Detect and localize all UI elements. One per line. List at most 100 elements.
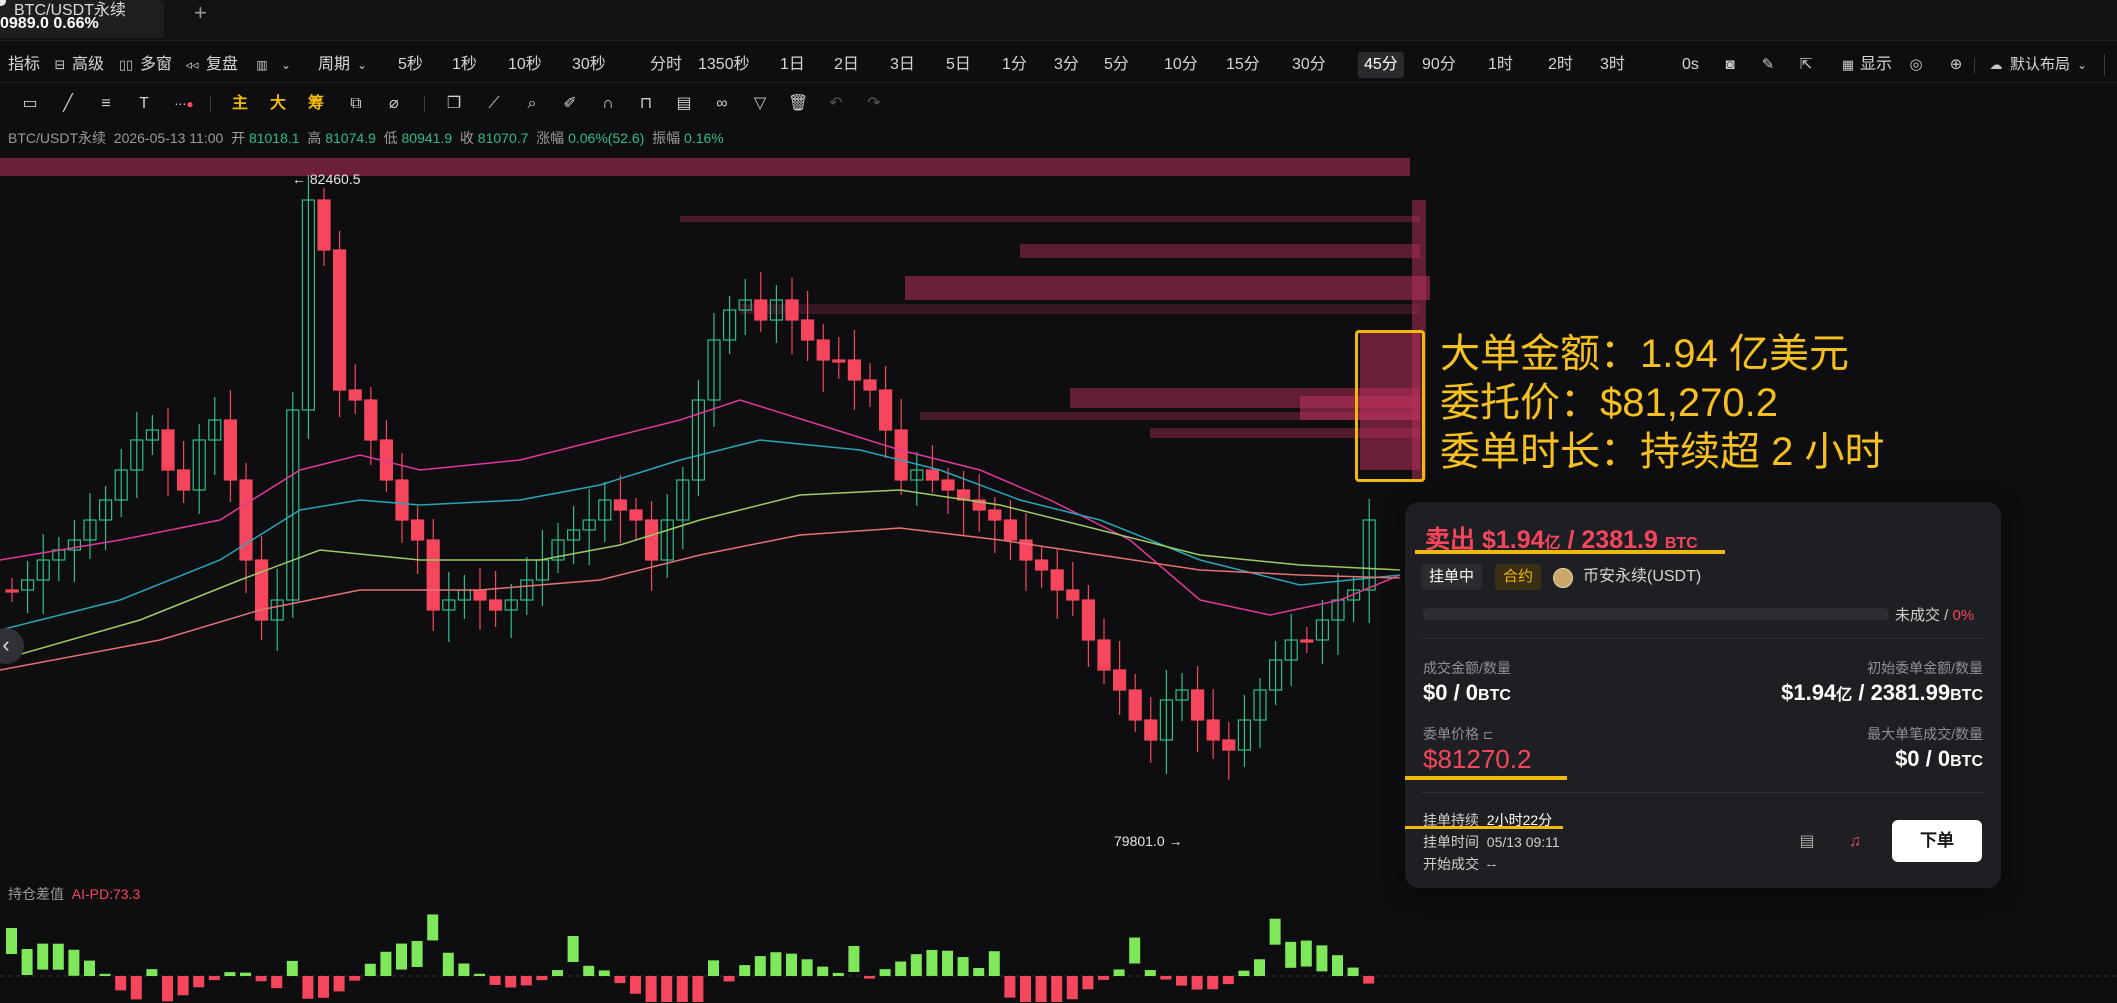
chip-toggle[interactable]: 筹 bbox=[306, 94, 326, 114]
indicator-bar bbox=[396, 943, 407, 970]
interval-1时[interactable]: 1时 bbox=[1488, 54, 1513, 76]
interval-15分[interactable]: 15分 bbox=[1226, 54, 1260, 76]
interval-3日[interactable]: 3日 bbox=[890, 54, 915, 76]
duration-underline bbox=[1405, 826, 1563, 829]
trash-icon[interactable]: 🗑 bbox=[788, 94, 808, 114]
highlighter-icon[interactable]: ✐ bbox=[560, 94, 580, 114]
orderbook-heat-bar bbox=[740, 304, 1420, 314]
indicator-bar bbox=[567, 935, 579, 962]
interval-30秒[interactable]: 30秒 bbox=[572, 54, 606, 76]
indicators-button[interactable]: 指标 bbox=[8, 54, 40, 76]
interval-1分[interactable]: 1分 bbox=[1002, 54, 1027, 76]
text-tool-icon[interactable]: T bbox=[134, 94, 154, 114]
interval-3分[interactable]: 3分 bbox=[1054, 54, 1079, 76]
main-chart-toggle[interactable]: 主 bbox=[230, 94, 250, 114]
interval-10秒[interactable]: 10秒 bbox=[508, 54, 542, 76]
interval-30分[interactable]: 30分 bbox=[1292, 54, 1326, 76]
open-value: 81018.1 bbox=[248, 130, 300, 146]
indicator-bar bbox=[708, 960, 719, 976]
more-tools-icon[interactable]: ⋯● bbox=[174, 94, 194, 114]
copy-icon[interactable]: ⧉ bbox=[346, 94, 366, 114]
interval-2日[interactable]: 2日 bbox=[834, 54, 859, 76]
interval-1秒[interactable]: 1秒 bbox=[452, 54, 477, 76]
interval-5日[interactable]: 5日 bbox=[946, 54, 971, 76]
template-icon[interactable]: ▤ bbox=[674, 94, 694, 114]
display-button[interactable]: 显示 bbox=[1860, 54, 1892, 76]
interval-10分[interactable]: 10分 bbox=[1164, 54, 1198, 76]
market-label: 币安永续(USDT) bbox=[1583, 568, 1702, 585]
toolbar-divider bbox=[1974, 58, 1975, 74]
indicator-bar bbox=[240, 972, 251, 976]
magnet-icon[interactable]: ∩ bbox=[598, 94, 618, 114]
bell-icon[interactable]: ♫ bbox=[1845, 832, 1865, 852]
indicator-bar bbox=[1191, 976, 1203, 990]
crosshair-icon[interactable]: ⊕ bbox=[1946, 55, 1966, 75]
interval-分时[interactable]: 分时 bbox=[650, 54, 682, 76]
indicator-bar bbox=[1035, 976, 1047, 1002]
interval-1350秒[interactable]: 1350秒 bbox=[698, 54, 750, 76]
chevron-down-icon[interactable]: ⌄ bbox=[2072, 55, 2092, 75]
amplitude-label: 振幅 bbox=[652, 130, 681, 146]
cloud-icon: ☁ bbox=[1989, 57, 2003, 72]
interval-2时[interactable]: 2时 bbox=[1548, 54, 1573, 76]
order-price: $81270.2 bbox=[1423, 744, 1532, 774]
rectangle-tool-icon[interactable]: ▭ bbox=[20, 94, 40, 114]
parallel-lines-icon[interactable]: ≡ bbox=[96, 94, 116, 114]
indicator-bar bbox=[1332, 955, 1343, 976]
place-order-button[interactable]: 下单 bbox=[1892, 820, 1982, 862]
indicator-bar bbox=[1363, 976, 1375, 984]
price-label-text: 委单价格 bbox=[1423, 726, 1479, 742]
indicator-bar bbox=[801, 959, 813, 976]
candle-body bbox=[1112, 669, 1127, 691]
open-label: 开 bbox=[231, 130, 246, 146]
indicator-bar bbox=[1254, 959, 1265, 976]
chart-type-icon[interactable]: ▥ bbox=[252, 55, 272, 75]
indicator-bar bbox=[37, 943, 49, 970]
link-icon[interactable]: ∞ bbox=[712, 94, 732, 114]
zoom-icon[interactable]: ⌕ bbox=[522, 94, 542, 114]
close-value: 81070.7 bbox=[477, 130, 529, 146]
candle-body bbox=[348, 389, 362, 401]
chevron-down-icon[interactable]: ⌄ bbox=[276, 55, 296, 75]
document-icon[interactable]: ▤ bbox=[1797, 832, 1817, 852]
add-tab-button[interactable]: + bbox=[194, 0, 207, 26]
ruler-icon[interactable]: ⟋ bbox=[484, 94, 504, 114]
camera-icon[interactable]: ◙ bbox=[1720, 55, 1740, 75]
brush-icon[interactable]: ⌀ bbox=[384, 94, 404, 114]
candle-body bbox=[1222, 739, 1236, 751]
multi-window-button[interactable]: 多窗 bbox=[140, 54, 172, 76]
line-tool-icon[interactable]: ╱ bbox=[58, 94, 78, 114]
candle-body bbox=[1206, 719, 1220, 741]
chevron-down-icon[interactable]: ⌄ bbox=[352, 55, 372, 75]
interval-1日[interactable]: 1日 bbox=[780, 54, 805, 76]
high-price-marker: ← 82460.5 bbox=[292, 171, 361, 187]
interval-45分[interactable]: 45分 bbox=[1358, 52, 1404, 78]
layout-dropdown[interactable]: 默认布局 bbox=[2010, 54, 2070, 76]
settings-icon[interactable]: ◎ bbox=[1906, 55, 1926, 75]
indicator-bar bbox=[52, 943, 64, 970]
moving-average-line bbox=[0, 489, 1401, 661]
filter-icon[interactable]: ▽ bbox=[750, 94, 770, 114]
clone-icon[interactable]: ❐ bbox=[444, 94, 464, 114]
lock-icon[interactable]: ⊓ bbox=[636, 94, 656, 114]
interval-5分[interactable]: 5分 bbox=[1104, 54, 1129, 76]
replay-button[interactable]: 复盘 bbox=[206, 54, 238, 76]
initial-amount: $1.94 bbox=[1781, 680, 1837, 705]
indicator-name: 持仓差值 bbox=[8, 886, 64, 902]
tab-bar: BTC/USDT永续 0989.0 0.66% + bbox=[0, 0, 2117, 41]
period-dropdown[interactable]: 周期 bbox=[318, 54, 350, 76]
indicator-bar bbox=[661, 976, 673, 1002]
advanced-button[interactable]: 高级 bbox=[72, 54, 104, 76]
interval-5秒[interactable]: 5秒 bbox=[398, 54, 423, 76]
big-order-toggle[interactable]: 大 bbox=[268, 94, 288, 114]
undo-icon[interactable]: ↶ bbox=[826, 94, 846, 114]
redo-icon[interactable]: ↷ bbox=[864, 94, 884, 114]
pencil-icon[interactable]: ✎ bbox=[1758, 55, 1778, 75]
multi-window-icon: ▯▯ bbox=[118, 57, 134, 72]
tab-btc-usdt[interactable]: BTC/USDT永续 0989.0 0.66% bbox=[0, 0, 164, 38]
export-icon[interactable]: ⇱ bbox=[1796, 55, 1816, 75]
interval-3时[interactable]: 3时 bbox=[1600, 54, 1625, 76]
interval-90分[interactable]: 90分 bbox=[1422, 54, 1456, 76]
candle-body bbox=[223, 419, 237, 481]
indicator-label: 持仓差值 AI-PD:73.3 bbox=[8, 884, 140, 904]
